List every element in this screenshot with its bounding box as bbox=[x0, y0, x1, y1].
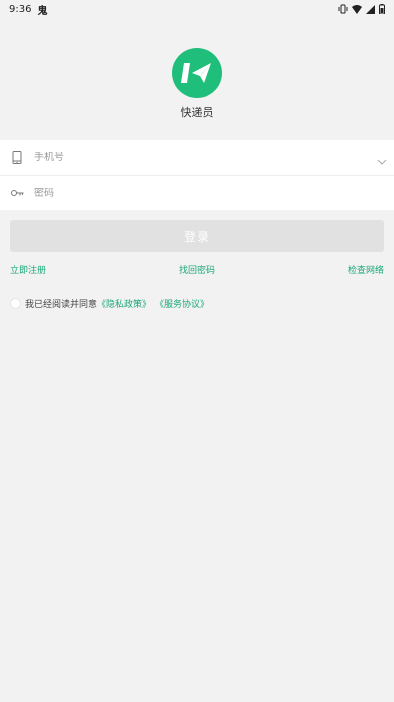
password-field[interactable] bbox=[0, 175, 394, 210]
logo-mark-icon bbox=[181, 63, 211, 83]
signal-icon bbox=[366, 4, 375, 14]
agreement-text: 我已经阅读并同意 bbox=[25, 300, 98, 310]
login-form bbox=[0, 140, 394, 210]
privacy-policy-link[interactable]: 《隐私政策》 bbox=[97, 297, 151, 310]
app-name: 快递员 bbox=[180, 106, 214, 119]
check-network-link[interactable]: 检查网络 bbox=[348, 263, 384, 276]
vibrate-icon bbox=[338, 4, 348, 14]
auth-links: 立即注册 找回密码 检查网络 bbox=[10, 263, 384, 276]
register-link[interactable]: 立即注册 bbox=[10, 263, 46, 276]
login-button[interactable]: 登录 bbox=[10, 220, 384, 252]
phone-icon bbox=[10, 151, 24, 165]
recover-password-link[interactable]: 找回密码 bbox=[179, 263, 215, 276]
key-icon bbox=[10, 186, 24, 200]
app-logo bbox=[172, 48, 222, 98]
battery-icon bbox=[379, 4, 385, 14]
status-time: 9:36 bbox=[9, 3, 32, 15]
phone-input[interactable] bbox=[34, 152, 384, 163]
agreement-checkbox[interactable] bbox=[10, 298, 21, 309]
status-bar: 9:36 鬼 bbox=[0, 0, 394, 18]
password-input[interactable] bbox=[34, 187, 384, 199]
service-agreement-link[interactable]: 《服务协议》 bbox=[155, 297, 209, 310]
phone-field[interactable] bbox=[0, 140, 394, 175]
agreement-row: 我已经阅读并同意 《隐私政策》 《服务协议》 bbox=[10, 297, 209, 310]
wifi-icon bbox=[352, 4, 362, 14]
chevron-down-icon[interactable] bbox=[377, 151, 387, 170]
login-screen: 9:36 鬼 快递员 手机号 登录 立即注册 找回密码 检查网络 我已经阅读并同… bbox=[0, 0, 394, 702]
status-carrier-icon: 鬼 bbox=[37, 5, 48, 17]
